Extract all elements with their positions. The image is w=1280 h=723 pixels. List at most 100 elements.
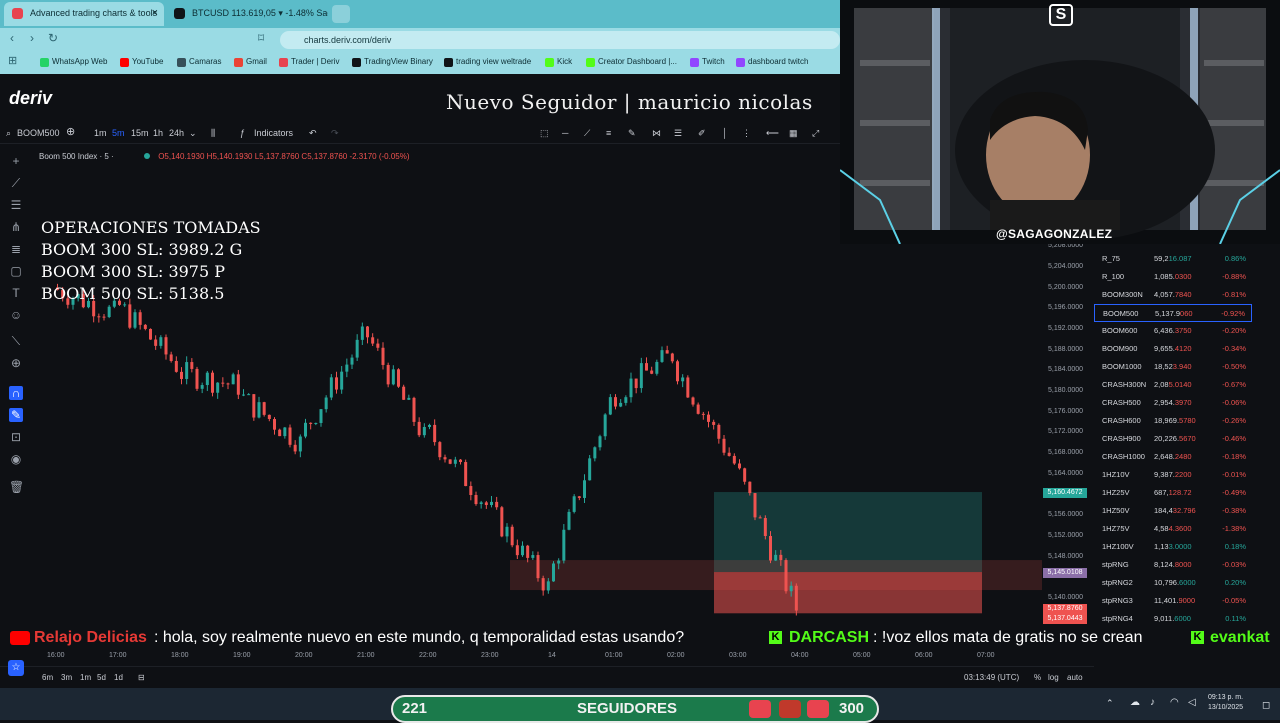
bookmark-icon[interactable]: ⌑ bbox=[258, 31, 264, 45]
watchlist-row[interactable]: stpRNG3 11,401.9000 -0.05% bbox=[1094, 592, 1252, 610]
chart-type-icon[interactable]: ⫼ bbox=[211, 128, 215, 139]
crosshair-icon[interactable]: + bbox=[9, 154, 23, 168]
shapes-icon[interactable]: ▢ bbox=[9, 264, 23, 278]
bookmark-camaras[interactable]: Camaras bbox=[177, 57, 221, 67]
watchlist-row[interactable]: R_75 59,216.087 0.86% bbox=[1094, 250, 1252, 268]
emoji-icon[interactable]: ☺ bbox=[9, 308, 23, 322]
chevron-down-icon[interactable]: ⌄ bbox=[189, 128, 197, 139]
deriv-logo[interactable]: deriv bbox=[9, 88, 52, 109]
wifi-icon[interactable]: ◠ bbox=[1170, 697, 1179, 708]
calendar-icon[interactable]: ⊟ bbox=[138, 673, 145, 682]
arrow-icon[interactable]: ⤢ bbox=[812, 128, 819, 139]
bookmark-kick[interactable]: Kick bbox=[545, 57, 572, 67]
url-field[interactable]: charts.deriv.com/deriv bbox=[280, 31, 840, 49]
lock-icon[interactable]: ⊡ bbox=[9, 430, 23, 444]
ruler-icon[interactable]: ⟍ bbox=[9, 334, 23, 348]
watchlist-row[interactable]: 1HZ10V 9,387.2200 -0.01% bbox=[1094, 466, 1252, 484]
watchlist-row[interactable]: stpRNG2 10,796.6000 0.20% bbox=[1094, 574, 1252, 592]
pen-icon[interactable]: ✐ bbox=[698, 128, 706, 139]
utc-clock[interactable]: 03:13:49 (UTC) bbox=[964, 673, 1019, 682]
cloud-icon[interactable]: ☁ bbox=[1130, 697, 1140, 708]
watchlist-row[interactable]: BOOM300N 4,057.7840 -0.81% bbox=[1094, 286, 1252, 304]
indicators-button[interactable]: Indicators bbox=[254, 128, 293, 138]
alert-band[interactable] bbox=[510, 560, 1042, 591]
watchlist-row[interactable]: CRASH300N 2,085.0140 -0.67% bbox=[1094, 376, 1252, 394]
watchlist-row[interactable]: CRASH600 18,969.5780 -0.26% bbox=[1094, 412, 1252, 430]
watchlist-row[interactable]: stpRNG 8,124.8000 -0.03% bbox=[1094, 556, 1252, 574]
grid-icon[interactable]: ▦ bbox=[789, 128, 798, 139]
tab-deriv[interactable]: Advanced trading charts & tools × bbox=[4, 2, 164, 26]
range-1m[interactable]: 1m bbox=[80, 673, 91, 682]
rectangle-tool-icon[interactable]: ⬚ bbox=[540, 128, 549, 139]
range-3m[interactable]: 3m bbox=[61, 673, 72, 682]
trend-line-icon[interactable]: ⟋ bbox=[584, 128, 590, 139]
brush-icon[interactable]: ✎ bbox=[628, 128, 636, 139]
range-1d[interactable]: 1d bbox=[114, 673, 123, 682]
bookmark-dashboard-twitch[interactable]: dashboard twitch bbox=[736, 57, 808, 67]
eye-icon[interactable]: ◉ bbox=[9, 452, 23, 466]
volume-icon[interactable]: ◁ bbox=[1188, 697, 1196, 708]
bookmark-twitch[interactable]: Twitch bbox=[690, 57, 725, 67]
back-icon[interactable]: ‹ bbox=[10, 31, 14, 45]
fib-icon[interactable]: ≣ bbox=[9, 242, 23, 256]
add-symbol-icon[interactable]: ⊕ bbox=[66, 125, 75, 138]
watchlist-row[interactable]: 1HZ100V 1,133.0000 0.18% bbox=[1094, 538, 1252, 556]
reload-icon[interactable]: ↻ bbox=[48, 31, 58, 45]
microphone-icon[interactable]: ♪ bbox=[1150, 697, 1155, 708]
redo-icon[interactable]: ↷ bbox=[331, 128, 339, 139]
settings-lines-icon[interactable]: ⋮ bbox=[742, 128, 751, 139]
zoom-icon[interactable]: ⊕ bbox=[9, 356, 23, 370]
interval-24h[interactable]: 24h bbox=[169, 128, 184, 138]
tray-chevron-icon[interactable]: ⌃ bbox=[1106, 698, 1114, 709]
watchlist-row[interactable]: CRASH500 2,954.3970 -0.06% bbox=[1094, 394, 1252, 412]
watchlist-row[interactable]: BOOM1000 18,523.940 -0.50% bbox=[1094, 358, 1252, 376]
bookmark-gmail[interactable]: Gmail bbox=[234, 57, 267, 67]
bookmark-whatsapp[interactable]: WhatsApp Web bbox=[40, 57, 107, 67]
notifications-icon[interactable]: ◻ bbox=[1262, 700, 1270, 711]
auto-scale-toggle[interactable]: auto bbox=[1067, 673, 1083, 682]
undo-icon[interactable]: ↶ bbox=[309, 128, 317, 139]
interval-5m[interactable]: 5m bbox=[112, 128, 125, 138]
parallel-channel-icon[interactable]: ≡ bbox=[606, 128, 611, 138]
magnet-icon[interactable]: ∩ bbox=[9, 386, 23, 400]
tab-tradingview[interactable]: BTCUSD 113.619,05 ▾ -1.48% Saga bbox=[166, 2, 328, 26]
fib-icon[interactable]: ☰ bbox=[674, 128, 682, 139]
watchlist-row[interactable]: BOOM900 9,655.4120 -0.34% bbox=[1094, 340, 1252, 358]
watchlist-row[interactable]: BOOM600 6,436.3750 -0.20% bbox=[1094, 322, 1252, 340]
bookmark-tradingview-binary[interactable]: TradingView Binary bbox=[352, 57, 433, 67]
vertical-line-icon[interactable]: │ bbox=[722, 128, 728, 138]
watchlist-row[interactable]: 1HZ50V 184,432.796 -0.38% bbox=[1094, 502, 1252, 520]
indicators-icon[interactable]: ƒ bbox=[240, 128, 245, 138]
watchlist-row[interactable]: BOOM500 5,137.9060 -0.92% bbox=[1094, 304, 1252, 322]
text-icon[interactable]: T bbox=[9, 286, 23, 300]
symbol-search-icon[interactable]: ⌕ bbox=[6, 128, 11, 139]
interval-1h[interactable]: 1h bbox=[153, 128, 163, 138]
pitchfork-icon[interactable]: ⋔ bbox=[9, 220, 23, 234]
trash-icon[interactable]: 🗑 bbox=[9, 480, 24, 494]
system-clock[interactable]: 09:13 p. m. 13/10/2025 bbox=[1208, 693, 1243, 713]
forward-icon[interactable]: › bbox=[30, 31, 34, 45]
symbol-selector[interactable]: BOOM500 bbox=[17, 128, 60, 138]
watchlist-row[interactable]: 1HZ25V 687,128.72 -0.49% bbox=[1094, 484, 1252, 502]
close-tab-icon[interactable]: × bbox=[152, 2, 158, 24]
watchlist-row[interactable]: R_100 1,085.0300 -0.88% bbox=[1094, 268, 1252, 286]
new-tab-button[interactable] bbox=[332, 5, 350, 23]
interval-1m[interactable]: 1m bbox=[94, 128, 107, 138]
bookmark-tradingview-weltrade[interactable]: trading view weltrade bbox=[444, 57, 531, 67]
pattern-icon[interactable]: ⋈ bbox=[652, 128, 661, 139]
range-5d[interactable]: 5d bbox=[97, 673, 106, 682]
bookmark-youtube[interactable]: YouTube bbox=[120, 57, 163, 67]
trend-line-icon[interactable]: ⟋ bbox=[9, 176, 23, 190]
bookmark-creator-dashboard[interactable]: Creator Dashboard |... bbox=[586, 57, 677, 67]
lock-drawing-icon[interactable]: ✎ bbox=[9, 408, 23, 422]
star-icon[interactable]: ☆ bbox=[8, 660, 24, 676]
bookmark-trader-deriv[interactable]: Trader | Deriv bbox=[279, 57, 339, 67]
horizontal-line-icon[interactable]: ─ bbox=[562, 128, 568, 138]
percent-scale-toggle[interactable]: % bbox=[1034, 673, 1041, 682]
ray-icon[interactable]: ⟵ bbox=[766, 128, 779, 139]
range-6m[interactable]: 6m bbox=[42, 673, 53, 682]
watchlist-row[interactable]: 1HZ75V 4,584.3600 -1.38% bbox=[1094, 520, 1252, 538]
lines-icon[interactable]: ☰ bbox=[9, 198, 23, 212]
log-scale-toggle[interactable]: log bbox=[1048, 673, 1059, 682]
interval-15m[interactable]: 15m bbox=[131, 128, 149, 138]
